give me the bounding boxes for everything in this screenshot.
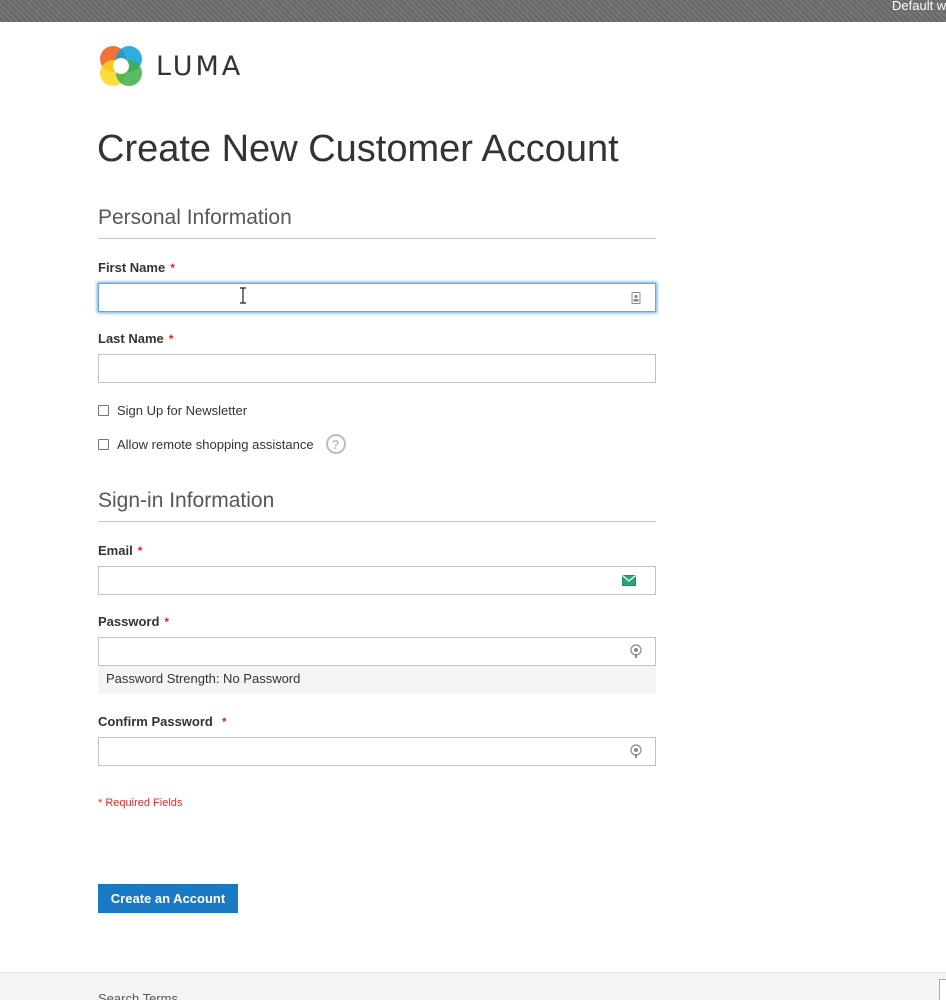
top-bar: Default welcome msg!: [0, 0, 946, 22]
footer: Search Terms: [0, 972, 946, 1000]
footer-link-search-terms[interactable]: Search Terms: [98, 991, 178, 1000]
last-name-input[interactable]: [98, 354, 656, 383]
key-icon: [630, 744, 642, 758]
key-icon: [630, 644, 642, 658]
newsletter-checkbox[interactable]: [98, 405, 109, 416]
password-label: Password *: [98, 614, 169, 629]
password-label-text: Password: [98, 614, 160, 629]
required-star: *: [137, 544, 143, 558]
logo-text: LUMA: [156, 50, 244, 82]
remote-assistance-label: Allow remote shopping assistance: [117, 436, 314, 452]
signin-info-heading: Sign-in Information: [98, 489, 656, 522]
required-star: *: [168, 332, 174, 346]
personal-info-heading: Personal Information: [98, 206, 656, 239]
last-name-label: Last Name *: [98, 331, 173, 346]
page-title: Create New Customer Account: [97, 128, 619, 170]
first-name-label-text: First Name: [98, 260, 166, 275]
first-name-label: First Name *: [98, 260, 175, 275]
luma-logo-icon: [100, 46, 142, 86]
confirm-password-input[interactable]: [98, 737, 656, 766]
newsletter-option[interactable]: Sign Up for Newsletter: [98, 403, 247, 418]
email-input[interactable]: [98, 566, 656, 595]
required-star: *: [221, 715, 227, 729]
welcome-message: Default welcome msg!: [892, 0, 946, 13]
remote-assistance-option[interactable]: Allow remote shopping assistance ?: [98, 434, 346, 454]
page: Default welcome msg! LUMA Create New Cus…: [0, 0, 946, 1000]
required-star: *: [164, 615, 170, 629]
required-star: *: [170, 261, 175, 275]
envelope-icon: [622, 575, 636, 586]
question-icon[interactable]: ?: [325, 434, 346, 454]
email-label: Email *: [98, 543, 142, 558]
remote-assistance-checkbox[interactable]: [98, 438, 109, 450]
create-account-button[interactable]: Create an Account: [98, 884, 238, 913]
password-strength-meter: Password Strength: No Password: [98, 666, 656, 694]
luma-logo[interactable]: LUMA: [98, 42, 243, 90]
confirm-password-label-text: Confirm Password: [98, 714, 213, 729]
confirm-password-label: Confirm Password *: [98, 714, 227, 729]
password-input[interactable]: [98, 637, 656, 666]
last-name-label-text: Last Name: [98, 331, 164, 346]
email-label-text: Email: [98, 543, 133, 558]
text-cursor-icon: [240, 287, 246, 304]
first-name-input[interactable]: [98, 283, 656, 312]
required-fields-note: * Required Fields: [98, 797, 183, 809]
contact-card-icon: [631, 292, 641, 304]
footer-widget-edge[interactable]: [939, 979, 946, 1000]
newsletter-label: Sign Up for Newsletter: [117, 403, 248, 418]
